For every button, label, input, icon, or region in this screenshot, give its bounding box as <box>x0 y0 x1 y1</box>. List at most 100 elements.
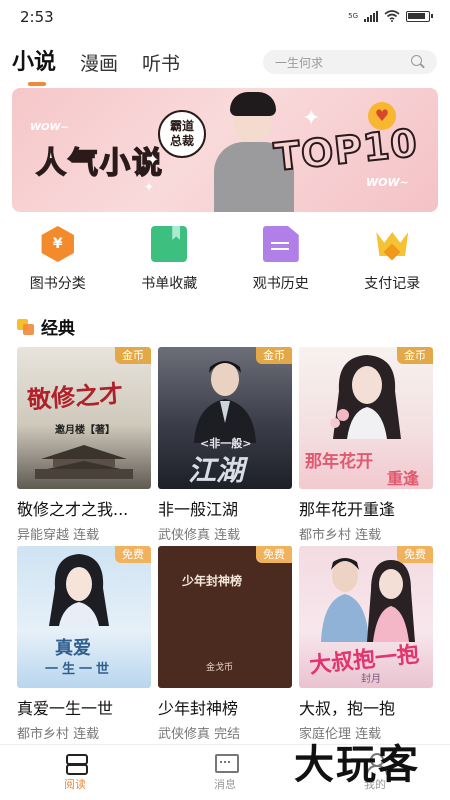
category-icon: ¥ <box>41 226 74 262</box>
quick-item-bookshelf[interactable]: 书单收藏 <box>119 226 219 293</box>
nav-label: 消息 <box>214 778 236 791</box>
quick-item-category[interactable]: ¥ 图书分类 <box>8 226 108 293</box>
book-card[interactable]: 敬修之才 邀月楼【著】 金币 敬修之才之我... 异能穿越 连载 <box>17 347 151 543</box>
banner-wow-left: WOW~ <box>30 122 69 133</box>
book-card[interactable]: 真爱 一生一世 免费 真爱一生一世 都市乡村 连载 <box>17 546 151 742</box>
cover-title: 真爱 <box>55 638 91 659</box>
read-icon <box>64 753 88 775</box>
book-meta: 都市乡村 连载 <box>299 524 433 543</box>
book-category: 武侠修真 <box>158 727 211 742</box>
section-icon <box>17 318 35 335</box>
banner-badge-line2: 总裁 <box>169 134 194 148</box>
cover-subtitle: 重逢 <box>387 469 420 488</box>
section-header: 经典 <box>17 314 75 339</box>
book-cover: <非一般> 江湖 金币 <box>158 347 292 489</box>
book-status: 完结 <box>214 727 241 742</box>
search-input[interactable]: 一生何求 <box>263 50 437 74</box>
history-icon <box>262 226 299 262</box>
tab-comic-label: 漫画 <box>80 53 119 75</box>
nav-item-messages[interactable]: 消息 <box>150 745 300 800</box>
book-title: 那年花开重逢 <box>299 500 396 519</box>
book-card[interactable]: 那年花开 重逢 金币 那年花开重逢 都市乡村 连载 <box>299 347 433 543</box>
network-type: 5G <box>348 11 358 20</box>
character-illustration <box>49 554 109 626</box>
book-category: 都市乡村 <box>299 528 352 543</box>
book-cover: 少年封神榜 金戈币 免费 <box>158 546 292 688</box>
nav-item-read[interactable]: 阅读 <box>0 745 150 800</box>
nav-label: 阅读 <box>64 778 86 791</box>
section-title: 经典 <box>41 319 75 339</box>
book-tag: 免费 <box>115 546 151 563</box>
sparkle-icon: ✦ <box>302 106 321 131</box>
cover-subtitle: 一生一世 <box>45 662 114 677</box>
book-title: 非一般江湖 <box>158 500 239 519</box>
signal-icon <box>364 10 378 22</box>
quick-item-label: 书单收藏 <box>141 276 198 292</box>
quick-item-payment[interactable]: 支付记录 <box>342 226 442 293</box>
book-card[interactable]: <非一般> 江湖 金币 非一般江湖 武侠修真 连载 <box>158 347 292 543</box>
book-tag: 金币 <box>115 347 151 364</box>
message-icon <box>214 753 239 773</box>
book-title: 敬修之才之我... <box>17 500 129 519</box>
book-category: 都市乡村 <box>17 727 70 742</box>
book-cover: 大叔抱一抱 封月 免费 <box>299 546 433 688</box>
book-cover: 敬修之才 邀月楼【著】 金币 <box>17 347 151 489</box>
book-category: 武侠修真 <box>158 528 211 543</box>
book-card[interactable]: 大叔抱一抱 封月 免费 大叔，抱一抱 家庭伦理 连载 <box>299 546 433 742</box>
cover-title: 少年封神榜 <box>182 574 243 588</box>
book-tag: 金币 <box>397 347 433 364</box>
book-title: 真爱一生一世 <box>17 699 114 718</box>
watermark: 大玩客 <box>294 742 420 788</box>
book-status: 连载 <box>73 528 100 543</box>
book-cover: 那年花开 重逢 金币 <box>299 347 433 489</box>
book-title: 少年封神榜 <box>158 699 239 718</box>
book-meta: 都市乡村 连载 <box>17 723 151 742</box>
book-tag: 免费 <box>256 546 292 563</box>
sparkle-icon: ✦ <box>144 180 155 194</box>
quick-item-label: 图书分类 <box>29 276 86 292</box>
quick-menu: ¥ 图书分类 书单收藏 观书历史 支付记录 <box>0 226 450 293</box>
banner-badge: 霸道 总裁 <box>158 110 206 158</box>
tab-active-indicator <box>28 82 46 86</box>
cover-title: 江湖 <box>188 454 245 487</box>
tab-audiobook[interactable]: 听书 <box>142 49 180 76</box>
character-illustration <box>330 355 401 439</box>
cover-title: 敬修之才 <box>26 379 125 415</box>
status-icons: 5G <box>348 10 433 22</box>
cover-author: 金戈币 <box>206 663 234 673</box>
book-meta: 武侠修真 完结 <box>158 723 292 742</box>
bookmark-icon <box>151 226 188 262</box>
cover-title: 那年花开 <box>305 452 373 472</box>
pagoda-illustration <box>35 445 133 479</box>
book-meta: 异能穿越 连载 <box>17 524 151 543</box>
status-bar: 2:53 5G <box>0 0 450 34</box>
promo-banner[interactable]: WOW~ 人气小说 霸道 总裁 ✦ ✦ ✦ ♥ TOP10 WOW~ <box>12 88 438 212</box>
book-category: 异能穿越 <box>17 528 70 543</box>
tab-audiobook-label: 听书 <box>142 53 181 75</box>
tab-novel[interactable]: 小说 <box>12 44 57 86</box>
quick-item-label: 支付记录 <box>364 276 421 292</box>
wifi-icon <box>384 10 400 22</box>
status-time: 2:53 <box>20 8 54 26</box>
book-cover: 真爱 一生一世 免费 <box>17 546 151 688</box>
banner-badge-line1: 霸道 <box>169 119 194 133</box>
cover-author: 邀月楼【著】 <box>55 425 115 436</box>
banner-wow-right: WOW~ <box>366 176 409 189</box>
battery-icon <box>406 10 433 22</box>
banner-title: 人气小说 <box>35 145 164 182</box>
book-status: 连载 <box>355 528 382 543</box>
book-tag: 免费 <box>397 546 433 563</box>
couple-illustration <box>321 558 415 642</box>
book-tag: 金币 <box>256 347 292 364</box>
search-icon[interactable] <box>411 55 425 69</box>
search-placeholder: 一生何求 <box>275 55 324 70</box>
tab-comic[interactable]: 漫画 <box>80 49 118 76</box>
book-card[interactable]: 少年封神榜 金戈币 免费 少年封神榜 武侠修真 完结 <box>158 546 292 742</box>
quick-item-history[interactable]: 观书历史 <box>231 226 331 293</box>
top-tabs: 小说 漫画 听书 <box>12 44 180 86</box>
book-status: 连载 <box>214 528 241 543</box>
quick-item-label: 观书历史 <box>252 276 309 292</box>
book-meta: 武侠修真 连载 <box>158 524 292 543</box>
book-title: 大叔，抱一抱 <box>299 699 396 718</box>
tab-novel-label: 小说 <box>12 50 57 75</box>
